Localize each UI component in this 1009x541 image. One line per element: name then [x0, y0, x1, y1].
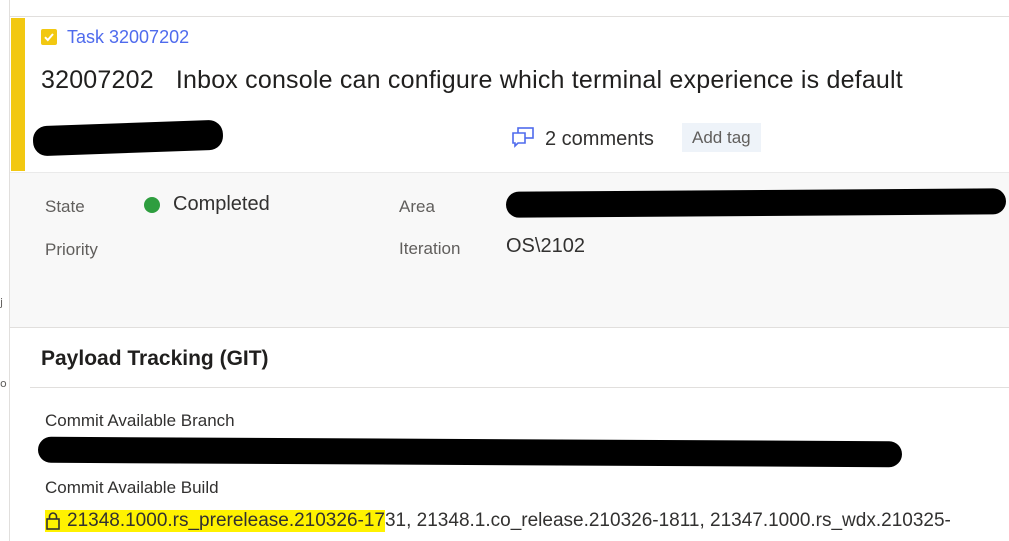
comments-button[interactable]: 2 comments [511, 126, 654, 152]
redacted-assignee [32, 119, 224, 157]
state-value[interactable]: Completed [173, 193, 270, 216]
work-item-type-link-label[interactable]: Task 32007202 [67, 27, 189, 48]
state-label: State [45, 197, 85, 216]
state-status-dot [144, 197, 160, 213]
payload-section-divider [30, 387, 1009, 388]
commit-branch-label: Commit Available Branch [45, 411, 235, 430]
left-panel-strip: j o [0, 0, 10, 541]
area-label: Area [399, 197, 435, 216]
work-item-id: 32007202 [41, 66, 154, 94]
iteration-value[interactable]: OS\2102 [506, 235, 585, 258]
work-item-title-text[interactable]: Inbox console can configure which termin… [176, 66, 903, 94]
work-item-type-accent [11, 18, 25, 171]
iteration-label: Iteration [399, 239, 461, 258]
highlighted-build-text: 21348.1000.rs_prerelease.210326-17 [45, 510, 385, 532]
work-item-title[interactable]: 32007202 Inbox console can configure whic… [41, 66, 903, 95]
build-highlighted: 21348.1000.rs_prerelease.210326-17 [67, 510, 385, 531]
add-tag-button[interactable]: Add tag [682, 123, 761, 152]
work-item-type-link[interactable]: Task 32007202 [41, 26, 189, 48]
comments-icon [511, 126, 535, 152]
top-divider [10, 16, 1009, 17]
payload-section-title: Payload Tracking (GIT) [41, 347, 269, 370]
commit-build-label: Commit Available Build [45, 478, 219, 497]
redacted-area-value [505, 188, 1007, 218]
task-check-icon [41, 29, 57, 45]
commit-build-value: 21348.1000.rs_prerelease.210326-17 31, 2… [45, 510, 951, 532]
comments-label[interactable]: 2 comments [545, 128, 654, 151]
redacted-branch-value [37, 436, 903, 468]
left-panel-glyph: o [0, 377, 7, 390]
build-rest: 31, 21348.1.co_release.210326-1811, 2134… [384, 510, 951, 531]
priority-label: Priority [45, 240, 98, 259]
left-panel-glyph: j [0, 296, 4, 309]
lock-icon [45, 511, 61, 531]
